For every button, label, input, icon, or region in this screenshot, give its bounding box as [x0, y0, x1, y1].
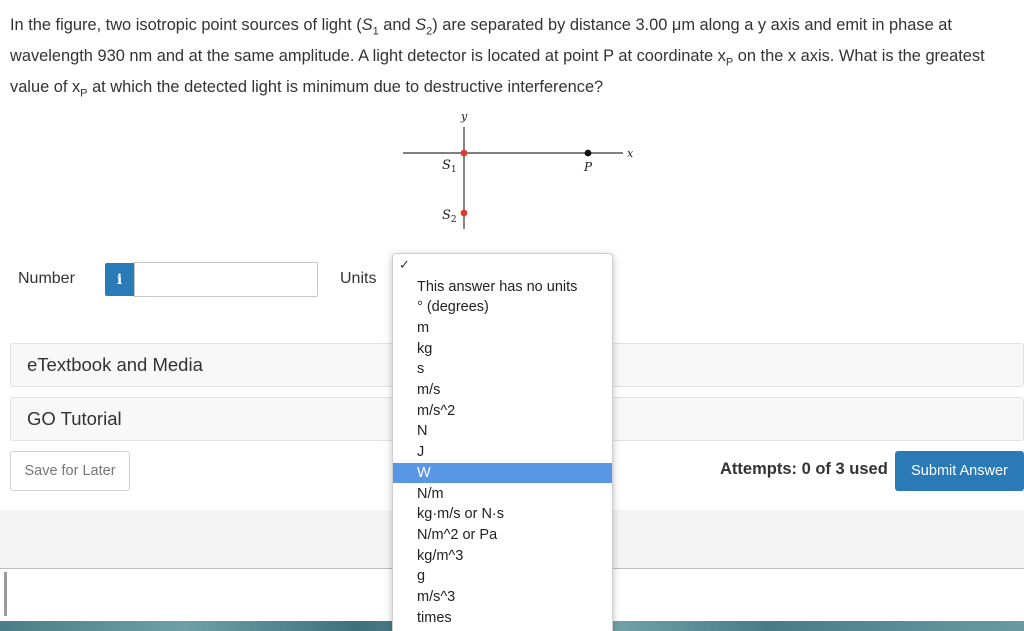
units-dropdown-list[interactable]: ✓ This answer has no units ° (degrees) m kg…: [392, 253, 613, 631]
units-option[interactable]: g: [393, 566, 612, 587]
units-option[interactable]: This answer has no units: [393, 277, 612, 298]
question-xp-sub-2: P: [80, 86, 88, 99]
question-part-1: In the figure, two isotropic point sourc…: [10, 16, 362, 34]
units-option[interactable]: m/s: [393, 380, 612, 401]
check-mark-icon: ✓: [399, 257, 410, 272]
units-option[interactable]: N/m^2 or Pa: [393, 525, 612, 546]
units-option[interactable]: N/m: [393, 484, 612, 505]
units-option[interactable]: J: [393, 442, 612, 463]
x-axis-label: x: [627, 147, 634, 160]
interference-figure: y x S1 S2 P: [403, 110, 634, 229]
units-option[interactable]: m/s^2: [393, 401, 612, 422]
units-option[interactable]: N: [393, 421, 612, 442]
question-s1: S: [361, 16, 373, 34]
units-option[interactable]: kg·m/s or N·s: [393, 504, 612, 525]
number-label: Number: [18, 270, 75, 287]
attempts-counter: Attempts: 0 of 3 used: [720, 460, 888, 478]
detector-p-dot: [584, 149, 592, 157]
units-label: Units: [340, 270, 377, 287]
units-option[interactable]: s: [393, 359, 612, 380]
units-option[interactable]: W: [393, 462, 612, 484]
units-option[interactable]: ° (degrees): [393, 297, 612, 318]
units-option[interactable]: m/s^3: [393, 587, 612, 608]
go-tutorial-label: GO Tutorial: [27, 408, 122, 429]
question-s2: S: [415, 16, 427, 34]
number-input[interactable]: [134, 262, 318, 297]
source-s2-dot: [460, 209, 468, 217]
s2-label: S2: [442, 208, 457, 225]
units-option[interactable]: kg/m^3: [393, 546, 612, 567]
units-option[interactable]: times: [393, 608, 612, 629]
etextbook-media-label: eTextbook and Media: [27, 354, 203, 375]
p-label: P: [583, 160, 593, 174]
question-part-4: at which the detected light is minimum d…: [87, 77, 604, 96]
units-option[interactable]: kg: [393, 339, 612, 360]
source-s1-dot: [460, 149, 468, 157]
info-icon[interactable]: i: [105, 263, 134, 296]
question-and: and: [378, 16, 416, 34]
save-for-later-button[interactable]: Save for Later: [10, 451, 130, 491]
s1-label: S1: [442, 158, 457, 175]
submit-answer-button[interactable]: Submit Answer: [895, 451, 1024, 491]
units-option[interactable]: m: [393, 318, 612, 339]
question-text: In the figure, two isotropic point sourc…: [10, 13, 1022, 105]
y-axis-label: y: [460, 110, 468, 123]
text-cursor-field[interactable]: [4, 572, 7, 616]
